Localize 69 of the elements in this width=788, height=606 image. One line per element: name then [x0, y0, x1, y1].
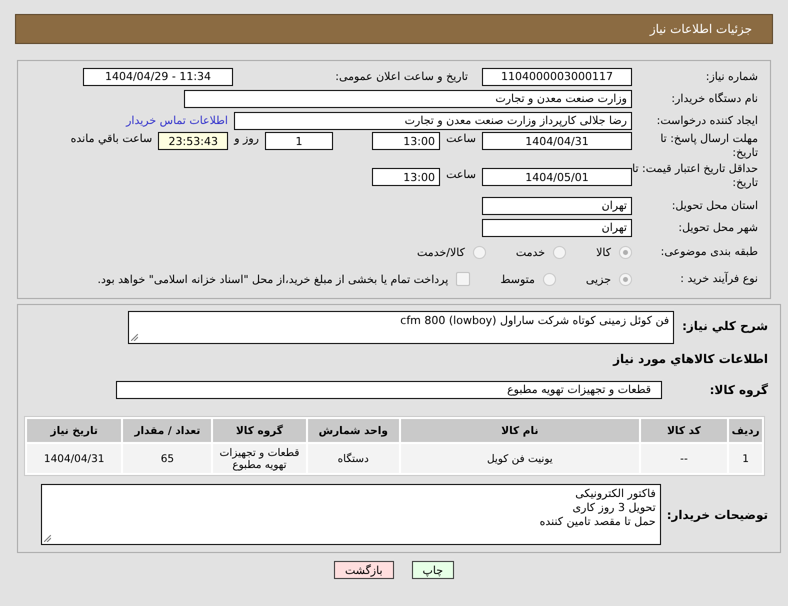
field-label: توضیحات خریدار:: [666, 508, 769, 522]
field-label: ساعت باقي مانده: [70, 132, 152, 145]
field-label: تاریخ و ساعت اعلان عمومی:: [334, 70, 468, 83]
radio-button[interactable]: [619, 272, 632, 286]
field-label: نام دستگاه خریدار:: [670, 92, 759, 106]
summary-text: فن کوئل زمینی کوتاه شرکت ساراول cfm 800 (lowboy): [400, 314, 670, 327]
field-label: مهلت ارسال پاسخ: تا تاریخ:: [659, 132, 759, 160]
column-header: ردیف: [729, 419, 762, 442]
table-cell: --: [640, 444, 728, 473]
radio-button[interactable]: [553, 246, 566, 258]
section-title: اطلاعات كالاهاي مورد نياز: [613, 352, 768, 366]
radio-label: کالا/خدمت: [417, 246, 465, 258]
table-cell: دستگاه: [308, 444, 399, 473]
table-cell: قطعات و تجهیزات تهویه مطبوع: [213, 444, 306, 473]
field-label: ایجاد کننده درخواست:: [656, 114, 759, 128]
radio-label: خدمت: [516, 246, 546, 258]
field-label: نوع فرآیند خرید :: [679, 272, 759, 286]
date-field: 1404/04/31: [482, 132, 632, 150]
column-header: نام کالا: [400, 419, 639, 442]
table-cell: 1: [729, 444, 762, 473]
field-label: شهر محل تحویل:: [677, 220, 759, 234]
buyer-contact-link[interactable]: اطلاعات تماس خریدار: [126, 114, 228, 127]
page-title: جزئیات اطلاعات نیاز: [650, 22, 752, 36]
field-label: ساعت: [446, 168, 476, 181]
treasury-payment-text: پرداخت تمام یا بخشی از مبلغ خرید،از محل "اسناد خزانه اسلامی" خواهد بود.: [98, 272, 448, 286]
column-header: گروه کالا: [213, 419, 306, 442]
creator-field: رضا جلالی کارپرداز وزارت صنعت معدن و تجارت: [234, 112, 632, 130]
print-button[interactable]: چاپ: [412, 561, 454, 579]
radio-label: متوسط: [500, 272, 535, 286]
note-line: حمل تا مقصد تامین کننده: [540, 515, 656, 529]
table-cell: یونیت فن کویل: [400, 444, 639, 473]
resize-grip-icon[interactable]: [131, 334, 138, 341]
buyer-notes-textarea[interactable]: فاکتور الکترونیکی تحویل 3 روز کاری حمل تا مقصد تامین کننده: [40, 484, 661, 545]
remaining-time-field: 23:53:43: [158, 132, 228, 150]
radio-button[interactable]: [542, 272, 556, 286]
field-label: ساعت: [446, 132, 476, 145]
announce-date-field: 1404/04/29 - 11:34: [83, 68, 233, 86]
time-field: 13:00: [372, 132, 440, 150]
field-label: شرح كلي نياز:: [682, 319, 769, 333]
date-field: 1404/05/01: [482, 168, 632, 186]
time-field: 13:00: [372, 168, 440, 186]
table-cell: 65: [123, 444, 212, 473]
field-label: طبقه بندی موضوعی:: [660, 245, 759, 259]
field-label: گروه کالا:: [708, 382, 769, 396]
column-header: تاریخ نیاز: [27, 419, 122, 442]
need-number-field: 1104000003000117: [482, 68, 632, 86]
radio-label: جزیی: [586, 272, 611, 286]
radio-button[interactable]: [619, 246, 632, 258]
radio-button[interactable]: [472, 246, 486, 258]
note-line: تحویل 3 روز کاری: [572, 501, 656, 515]
back-button[interactable]: بازگشت: [334, 561, 394, 579]
buyer-org-field: وزارت صنعت معدن و تجارت: [184, 90, 632, 108]
days-field: 1: [265, 132, 333, 150]
radio-label: کالا: [596, 246, 611, 258]
column-header: کد کالا: [640, 419, 728, 442]
field-label: شماره نیاز:: [704, 70, 759, 84]
goods-group-field: قطعات و تجهیزات تهویه مطبوع: [116, 380, 662, 398]
note-line: فاکتور الکترونیکی: [575, 487, 656, 501]
resize-grip-icon[interactable]: [44, 535, 51, 542]
column-header: تعداد / مقدار: [123, 419, 212, 442]
field-label: روز و: [234, 132, 259, 145]
field-label: استان محل تحویل:: [670, 198, 759, 212]
province-field: تهران: [482, 196, 632, 214]
checkbox[interactable]: [456, 272, 470, 286]
summary-textarea[interactable]: فن کوئل زمینی کوتاه شرکت ساراول cfm 800 (lowboy): [128, 311, 674, 344]
column-header: واحد شمارش: [308, 419, 399, 442]
table-cell: 1404/04/31: [27, 444, 122, 473]
field-label: حداقل تاریخ اعتبار قیمت: تا تاریخ:: [632, 162, 759, 190]
city-field: تهران: [482, 218, 632, 236]
